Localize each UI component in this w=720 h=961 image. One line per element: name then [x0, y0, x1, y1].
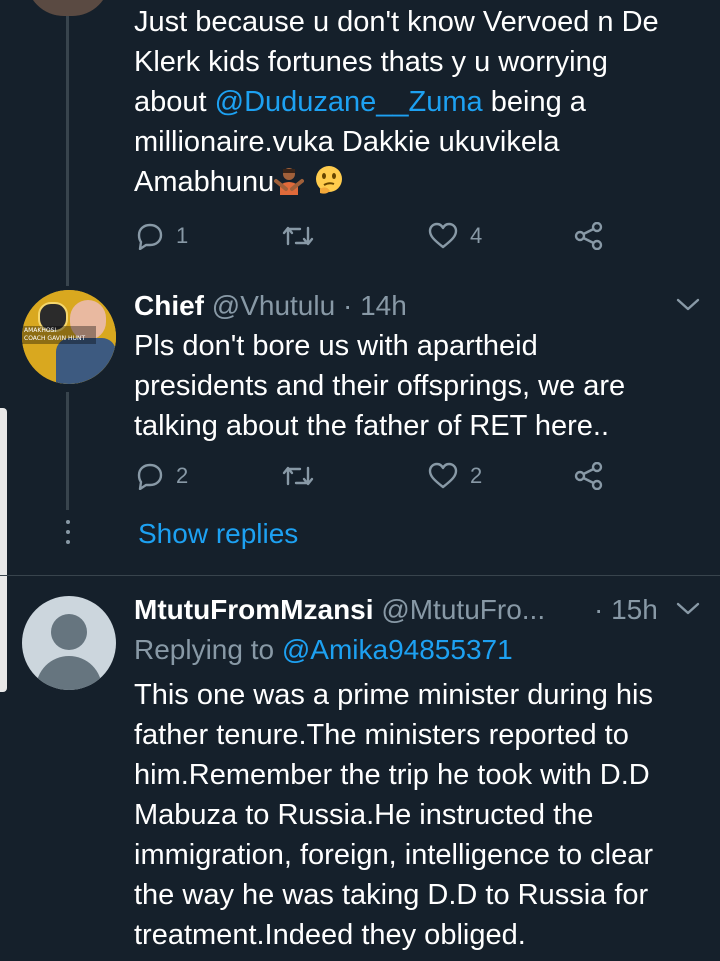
show-replies-link[interactable]: Show replies [138, 514, 298, 554]
tweet-text-line: immigration, foreign, intelligence to cl… [134, 839, 654, 871]
avatar-caption: AMAKHOSI COACH GAVIN HUNT [22, 326, 96, 344]
scrollbar[interactable] [0, 408, 7, 692]
avatar[interactable]: AMAKHOSI COACH GAVIN HUNT [22, 290, 116, 384]
timestamp[interactable]: 15h [611, 594, 658, 625]
share-button[interactable] [574, 222, 604, 250]
user-handle[interactable]: @MtutuFro... [381, 594, 545, 625]
chevron-down-icon[interactable] [674, 294, 702, 314]
replying-to-label: Replying to [134, 634, 282, 665]
reply-count: 1 [176, 223, 189, 248]
avatar-caption-line: AMAKHOSI [24, 327, 57, 334]
thread-gap-dot [66, 540, 70, 544]
replying-to: Replying to @Amika94855371 [134, 630, 513, 670]
thread-line-top [66, 0, 69, 286]
tweet-text-line: him.Remember the trip he took with D.D [134, 759, 650, 791]
share-icon [574, 222, 603, 250]
avatar-caption-line: COACH GAVIN HUNT [24, 335, 86, 342]
like-button[interactable]: 4 [428, 222, 482, 250]
reply-button[interactable]: 2 [136, 462, 188, 490]
like-count: 4 [470, 223, 483, 248]
reply-icon [137, 223, 163, 250]
tweet-text-line: Amabhunu [134, 162, 714, 202]
like-count: 2 [470, 463, 483, 488]
separator: · [342, 290, 353, 321]
reply-button[interactable]: 1 [136, 222, 188, 250]
heart-icon [428, 222, 458, 249]
tweet-text: This one was a prime minister during his… [134, 675, 720, 955]
separator: · [594, 594, 604, 625]
default-profile-icon [51, 614, 87, 650]
tweet-text-line: treatment.Indeed they obliged. [134, 919, 526, 951]
tweet-text: Just because u don't know Vervoed n De K… [134, 2, 714, 202]
divider [0, 575, 720, 576]
tweet-text-line: Just because u don't know Vervoed n De [134, 6, 659, 38]
retweet-icon [282, 466, 314, 486]
thread-line-middle [66, 392, 69, 510]
person-gesturing-no-icon [274, 165, 305, 195]
like-button[interactable]: 2 [428, 462, 482, 490]
tweet-text-line: father tenure.The ministers reported to [134, 719, 629, 751]
tweet-header: MtutuFromMzansi @MtutuFro... [134, 590, 545, 630]
tweet-text-line: presidents and their offsprings, we are [134, 370, 626, 402]
tweet-text-fragment: Amabhunu [134, 166, 275, 198]
mention-link[interactable]: @Duduzane__Zuma [215, 86, 483, 118]
retweet-icon [282, 226, 314, 246]
retweet-button[interactable] [282, 462, 314, 490]
timestamp[interactable]: 14h [360, 290, 407, 321]
share-icon [574, 462, 603, 490]
retweet-button[interactable] [282, 222, 314, 250]
tweet-text-line: Klerk kids fortunes thats y u worrying [134, 46, 608, 78]
tweet-text-line: Mabuza to Russia.He instructed the [134, 799, 594, 831]
thread-gap-dot [66, 520, 70, 524]
heart-icon [428, 462, 458, 489]
thread-gap-dot [66, 530, 70, 534]
tweet-text-fragment: being a [482, 86, 586, 118]
tweet-text: Pls don't bore us with apartheid preside… [134, 326, 714, 446]
reply-icon [137, 463, 163, 490]
chevron-down-icon[interactable] [674, 598, 702, 618]
tweet-text-line: about @Duduzane__Zuma being a [134, 82, 714, 122]
tweet-time: · 15h [594, 590, 658, 630]
reply-count: 2 [176, 463, 189, 488]
tweet-text-line: talking about the father of RET here.. [134, 410, 610, 442]
tweet-text-line: Pls don't bore us with apartheid [134, 330, 538, 362]
thinking-face-icon [314, 165, 344, 195]
user-handle[interactable]: @Vhutulu [212, 290, 335, 321]
tweet-text-line: the way he was taking D.D to Russia for [134, 879, 649, 911]
tweet-text-fragment: about [134, 86, 215, 118]
tweet-text-line: millionaire.vuka Dakkie ukuvikela [134, 126, 560, 158]
display-name[interactable]: Chief [134, 290, 204, 321]
tweet-text-line: This one was a prime minister during his [134, 679, 653, 711]
mention-link[interactable]: @Amika94855371 [282, 634, 513, 665]
display-name[interactable]: MtutuFromMzansi [134, 594, 374, 625]
avatar[interactable] [26, 0, 110, 16]
tweet-header: Chief @Vhutulu · 14h [134, 286, 407, 326]
avatar[interactable] [22, 596, 116, 690]
share-button[interactable] [574, 462, 604, 490]
